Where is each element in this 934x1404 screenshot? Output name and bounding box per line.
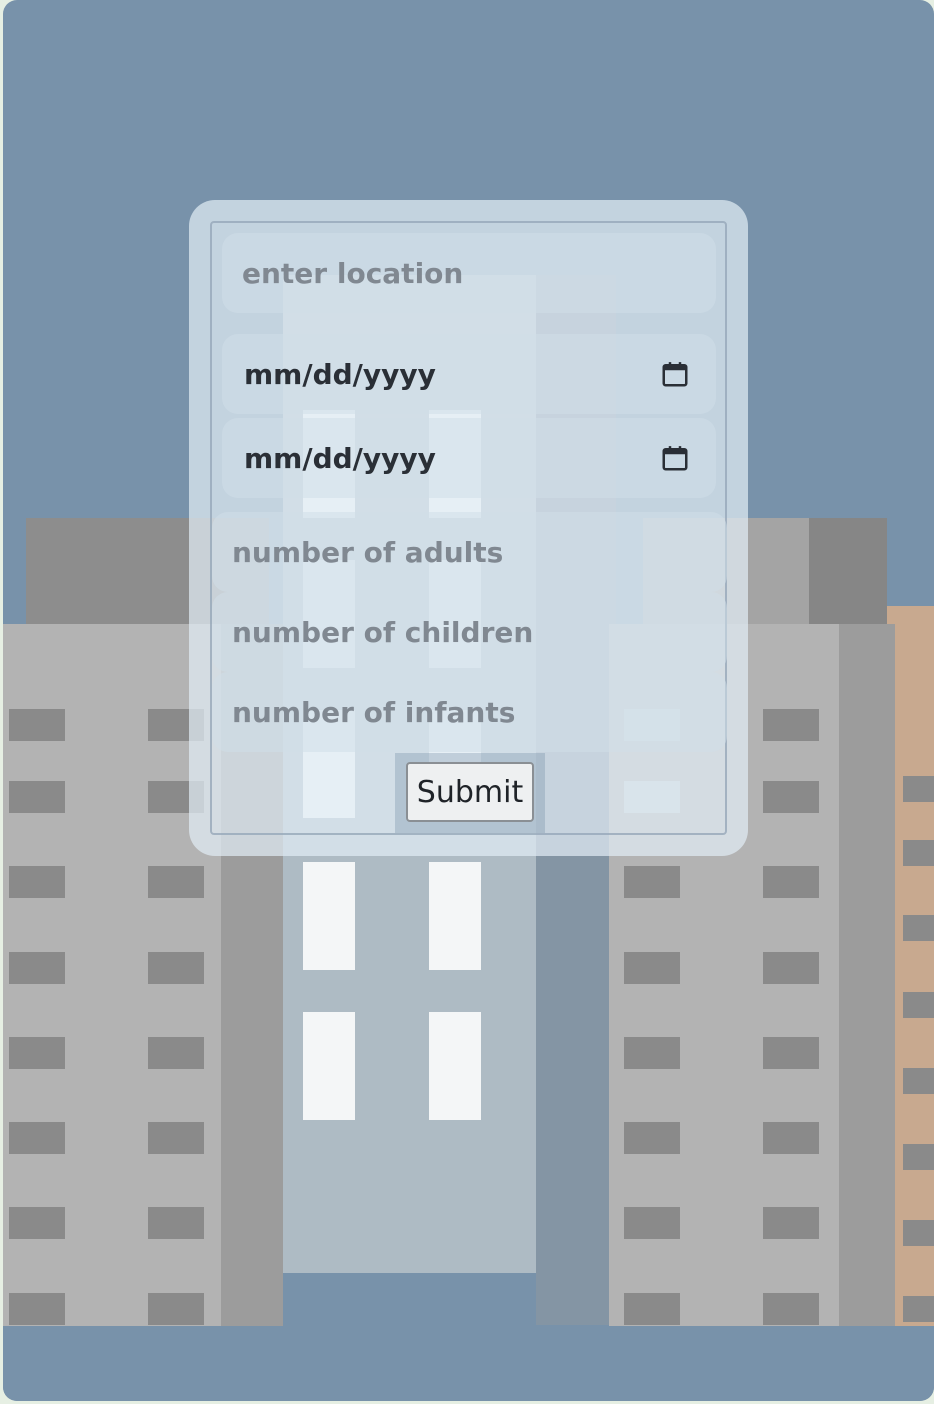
infants-placeholder: number of infants (232, 695, 516, 729)
adults-placeholder: number of adults (232, 535, 504, 569)
location-placeholder: enter location (242, 256, 464, 290)
app-frame: enter location mm/dd/yyyy mm/dd/yyyy num… (3, 0, 934, 1401)
checkin-date-value: mm/dd/yyyy (244, 357, 436, 391)
checkout-date-input[interactable]: mm/dd/yyyy (222, 418, 716, 498)
right-building-side (839, 624, 895, 1326)
infants-input[interactable]: number of infants (212, 672, 727, 752)
children-input[interactable]: number of children (212, 592, 727, 672)
submit-button[interactable]: Submit (406, 762, 534, 822)
right-building-roof-side (809, 518, 887, 628)
location-input[interactable]: enter location (222, 233, 716, 313)
calendar-icon[interactable] (660, 443, 690, 473)
calendar-icon[interactable] (660, 359, 690, 389)
ground (3, 1326, 934, 1401)
checkout-date-value: mm/dd/yyyy (244, 441, 436, 475)
checkin-date-input[interactable]: mm/dd/yyyy (222, 334, 716, 414)
adults-input[interactable]: number of adults (212, 512, 727, 592)
booking-fieldset: enter location mm/dd/yyyy mm/dd/yyyy num… (210, 221, 727, 835)
children-placeholder: number of children (232, 615, 534, 649)
booking-form-panel: enter location mm/dd/yyyy mm/dd/yyyy num… (189, 200, 748, 856)
